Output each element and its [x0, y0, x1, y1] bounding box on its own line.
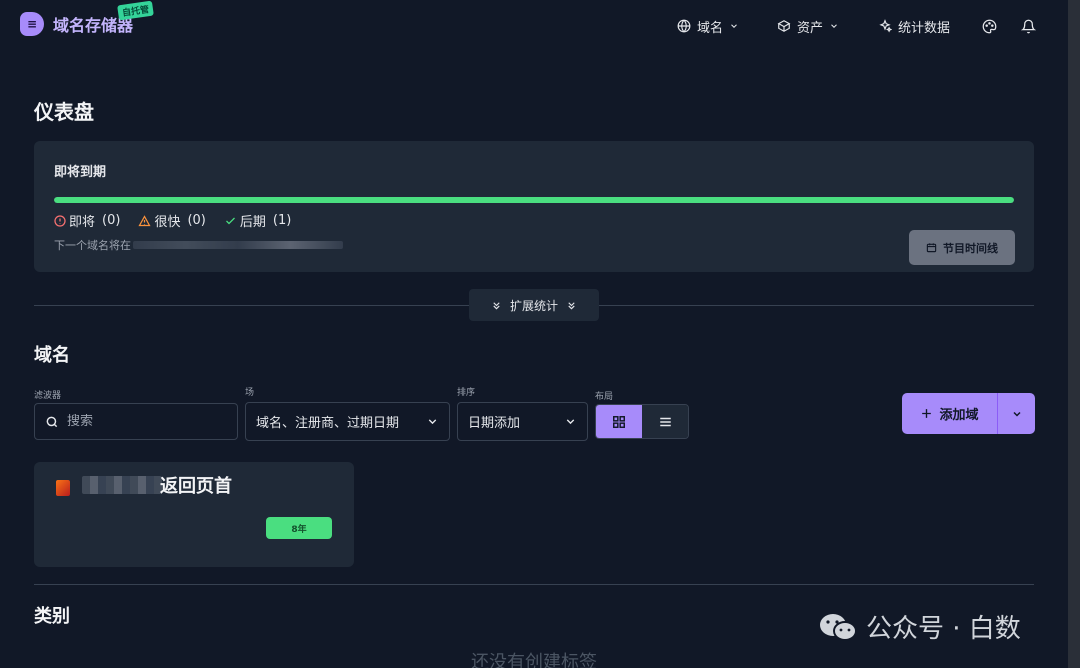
- timeline-button[interactable]: 节目时间线: [909, 230, 1015, 265]
- field-label: 场: [245, 388, 255, 398]
- expand-stats-label: 扩展统计: [509, 298, 558, 313]
- check-icon: [225, 217, 235, 224]
- expiring-stats: 即将 (0) 很快 (0) 后期 (1): [54, 211, 291, 230]
- search-input[interactable]: [67, 414, 217, 429]
- sort-select[interactable]: 日期添加: [457, 402, 588, 441]
- stat-very-soon-label: 很快: [154, 215, 181, 230]
- chevron-down-icon: [831, 24, 837, 28]
- nav-assets[interactable]: 资产: [777, 16, 845, 36]
- sort-select-value: 日期添加: [468, 416, 521, 431]
- nav-assets-label: 资产: [797, 20, 824, 36]
- categories-title: 类别: [34, 606, 70, 627]
- stat-soon-count: (0): [102, 213, 121, 228]
- domain-favicon-icon: [56, 480, 70, 496]
- wechat-icon: [820, 613, 857, 641]
- list-view-button[interactable]: [642, 405, 688, 438]
- stat-soon: 即将 (0): [54, 211, 120, 230]
- box-icon: [777, 20, 791, 32]
- chevron-down-icon: [1012, 411, 1021, 417]
- timeline-button-label: 节目时间线: [943, 242, 998, 255]
- stat-later: 后期 (1): [224, 211, 291, 230]
- add-domain-dropdown-button[interactable]: [997, 393, 1035, 434]
- nav-domains-label: 域名: [697, 20, 724, 36]
- search-box[interactable]: [34, 403, 238, 440]
- grid-view-button[interactable]: [596, 405, 642, 438]
- search-icon: [46, 416, 58, 427]
- chevrons-down-icon: [568, 301, 575, 310]
- bell-icon: [1021, 19, 1036, 33]
- layout-label: 布局: [595, 392, 614, 402]
- stat-later-label: 后期: [239, 215, 266, 230]
- field-select-value: 域名、注册商、过期日期: [256, 416, 400, 431]
- chevron-down-icon: [566, 419, 575, 425]
- stat-later-count: (1): [272, 213, 292, 228]
- add-domain-label: 添加域: [939, 408, 979, 423]
- globe-icon: [677, 19, 691, 33]
- field-select[interactable]: 域名、注册商、过期日期: [245, 402, 450, 441]
- grid-icon: [613, 415, 625, 428]
- sort-label: 排序: [457, 388, 476, 398]
- stat-soon-label: 即将: [69, 215, 96, 230]
- domain-age-badge: 8年: [266, 517, 332, 539]
- expiring-progress-bar: [54, 197, 1014, 203]
- app-logo-icon[interactable]: ≡: [20, 12, 44, 36]
- nav-statistics[interactable]: 统计数据: [878, 16, 950, 36]
- plus-icon: [922, 409, 932, 418]
- sparkle-icon: [879, 19, 892, 33]
- expiring-progress-fill: [54, 197, 1014, 203]
- domains-title: 域名: [34, 345, 70, 366]
- categories-empty-text: 还没有创建标签: [471, 652, 597, 668]
- notifications-button[interactable]: [1021, 16, 1042, 36]
- theme-button[interactable]: [982, 16, 1003, 36]
- add-domain-button[interactable]: 添加域: [902, 404, 997, 423]
- divider-line: [34, 584, 1034, 585]
- nav-statistics-label: 统计数据: [898, 20, 951, 36]
- dashboard-title: 仪表盘: [34, 100, 94, 124]
- alert-circle-icon: [54, 214, 66, 227]
- expand-stats-button[interactable]: 扩展统计: [469, 289, 599, 321]
- chevron-down-icon: [731, 24, 737, 28]
- domain-card-name[interactable]: 返回页首: [160, 472, 232, 498]
- window-frame: [0, 0, 1080, 668]
- warning-triangle-icon: [138, 214, 151, 226]
- next-expiry-line: 下一个域名将在: [54, 237, 343, 253]
- next-expiry-text: 下一个域名将在: [54, 239, 131, 252]
- top-navbar: ≡ 域名存储器 自托管 域名 资产 统计数据: [0, 0, 1068, 50]
- nav-domains[interactable]: 域名: [677, 16, 745, 36]
- chevron-down-icon: [428, 419, 437, 425]
- stat-very-soon-count: (0): [187, 213, 206, 228]
- domain-card[interactable]: 返回页首 8年: [34, 462, 354, 567]
- palette-icon: [982, 19, 997, 33]
- expiring-title: 即将到期: [54, 165, 107, 180]
- watermark: 公众号 · 白数: [818, 608, 1021, 645]
- redacted-domain: [82, 476, 162, 494]
- redacted-text: [133, 241, 343, 249]
- layout-toggle: [595, 404, 689, 439]
- watermark-text: 公众号 · 白数: [866, 614, 1021, 644]
- filter-label: 滤波器: [34, 391, 62, 401]
- chevrons-down-icon: [493, 301, 500, 310]
- calendar-icon: [926, 243, 937, 253]
- list-icon: [659, 417, 671, 426]
- brand-tag-badge: 自托管: [117, 0, 154, 21]
- expiring-panel: 即将到期 即将 (0) 很快 (0) 后期 (1) 下一个域名将在 节目时间线: [34, 141, 1034, 272]
- add-domain-button-group: 添加域: [902, 393, 1035, 434]
- stat-very-soon: 很快 (0): [138, 211, 206, 230]
